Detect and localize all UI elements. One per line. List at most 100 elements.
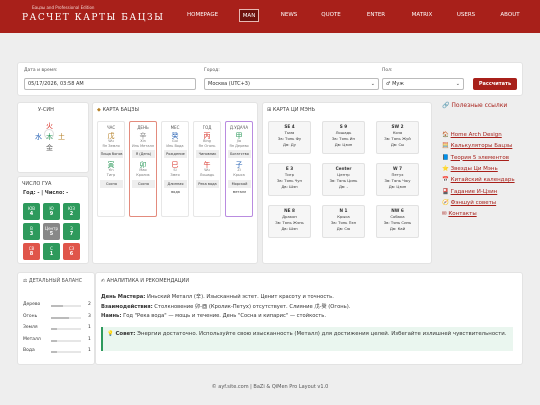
pillar-stem-transcription: Bing xyxy=(203,139,211,143)
gua-cell[interactable]: СВ 8 xyxy=(23,243,40,260)
balance-row-name: Дерево xyxy=(23,302,41,307)
compass-icon: ⊞ xyxy=(267,107,272,113)
balance-bar xyxy=(51,339,81,342)
qimen-cell-line: Дв: - xyxy=(338,184,349,189)
gua-cell[interactable]: СЗ 6 xyxy=(63,243,80,260)
gua-title: ЧИСЛО ГУА xyxy=(22,181,52,187)
qimen-cell[interactable]: N 1 Крыса Зв: Тянь Пэн Дв: Сю xyxy=(322,205,365,238)
links-panel: 🔗 Полезные ссылки 🏠 Home Arch Design 🧮 Ка… xyxy=(436,98,523,264)
house-icon: 🏠 xyxy=(442,132,451,138)
pillar-stem-desc: Инь Металл xyxy=(132,144,154,148)
balance-row-value: 1 xyxy=(88,325,91,330)
pillar-head: ГОД xyxy=(202,125,212,130)
link-label: Звезды Ци Мэнь xyxy=(450,165,498,172)
analysis-title-row: ✍ АНАЛИТИКА И РЕКОМЕНДАЦИИ xyxy=(101,278,189,284)
nav-news[interactable]: NEWS xyxy=(280,9,298,22)
pillar-stem-transcription: Jia xyxy=(236,139,242,143)
gua-year-line: Год: - | Число: - xyxy=(23,190,69,196)
pillar-branch-transcription: Wu xyxy=(204,168,210,172)
qimen-cell[interactable]: SW 2 Коза Зв: Тянь Жуй Дв: Сы xyxy=(376,121,419,154)
balance-row-value: 1 xyxy=(88,336,91,342)
gua-cell-number: 7 xyxy=(69,231,74,237)
qimen-cell[interactable]: SE 4 Тьма Зв: Тянь Фу Дв: Ду xyxy=(268,121,311,154)
pillar-branch-desc: Лошадь xyxy=(199,173,215,177)
city-select[interactable]: Москва (UTC+3) ⌄ xyxy=(204,78,379,90)
calculate-button[interactable]: Рассчитать xyxy=(473,78,517,90)
nav-quote[interactable]: QUOTE xyxy=(320,9,342,22)
nayin-text: Год "Река вода" — мощь и течение. День "… xyxy=(121,313,326,319)
link-item[interactable]: ⭐ Звезды Ци Мэнь xyxy=(442,166,498,172)
links-title: Полезные ссылки xyxy=(451,102,508,109)
gua-cell-number: 1 xyxy=(49,251,54,257)
gender-value: ♂ Муж xyxy=(386,81,404,87)
pen-icon: ✍ xyxy=(101,278,106,284)
gua-cell-number: 5 xyxy=(49,231,54,237)
nav-about[interactable]: ABOUT xyxy=(500,9,520,22)
metal-element: 金 xyxy=(46,144,53,152)
pillar-ten-god: Чиновник xyxy=(196,150,219,158)
balance-title-text: ДЕТАЛЬНЫЙ БАЛАНС xyxy=(28,279,83,284)
nav-enter[interactable]: ENTER xyxy=(366,9,386,22)
daymaster-text: Иньский Металл (辛). Изысканный эстет. Це… xyxy=(145,294,334,300)
pillar-branch-transcription: Zi xyxy=(237,168,241,172)
link-icon: 🔗 xyxy=(442,102,450,109)
pillar-ten-god: Пища богов xyxy=(100,150,123,158)
nav-matrix[interactable]: MATRIX xyxy=(410,9,434,22)
qimen-cell[interactable]: Center Центр Зв: Тянь Цинь Дв: - xyxy=(322,163,365,196)
link-item[interactable]: ✉ Контакты xyxy=(442,211,477,217)
link-item[interactable]: 🧮 Калькуляторы Бацзы xyxy=(442,143,512,149)
pillar-branch-desc: Кролик xyxy=(136,173,150,177)
site-logo[interactable]: РАСЧЕТ КАРТЫ БАЦЗЫ xyxy=(22,13,164,23)
daymaster-label: День Мастера: xyxy=(101,294,146,300)
datetime-input[interactable]: 05/17/2026, 03:58 AM xyxy=(24,78,196,90)
header-subtitle: Бацзы and Professional Edition xyxy=(32,5,95,10)
advice-box: 💡 Совет: Энергии достаточно. Используйте… xyxy=(101,327,513,351)
qimen-cell-line: Дв: Цзин xyxy=(334,142,353,147)
link-item[interactable]: 🏠 Home Arch Design xyxy=(442,132,502,138)
qimen-cell-line: Дв: Шэн xyxy=(281,226,298,231)
qimen-cell[interactable]: NE 8 Дракон Зв: Тянь Жэнь Дв: Шэн xyxy=(268,205,311,238)
balance-row-name: Земля xyxy=(23,325,38,330)
nav-users[interactable]: USERS xyxy=(456,9,476,22)
balance-bar-fill xyxy=(51,339,57,342)
pillar-head: ЧАС xyxy=(106,125,116,130)
uxing-title: У-СИН xyxy=(38,107,54,113)
balance-bar xyxy=(51,328,81,330)
link-item[interactable]: 🎴 Гадание И-Цзин xyxy=(442,189,497,195)
link-label: Калькуляторы Бацзы xyxy=(450,143,513,150)
calculator-icon: 🧮 xyxy=(442,143,451,150)
nav-man[interactable]: MAN xyxy=(239,9,259,22)
cards-icon: 🎴 xyxy=(442,188,451,195)
link-label: Контакты xyxy=(448,211,477,218)
link-label: Китайский календарь xyxy=(450,177,515,184)
nayin-label: Наинь: xyxy=(101,313,122,319)
qimen-cell[interactable]: W 7 Петух Зв: Тянь Чжу Дв: Цзин xyxy=(376,163,419,196)
balance-row-value: 2 xyxy=(88,302,91,307)
pillar-branch-desc: Змея xyxy=(170,173,180,177)
link-item[interactable]: 📅 Китайский календарь xyxy=(442,177,515,183)
link-item[interactable]: 🧭 Фэншуй советы xyxy=(442,200,496,206)
gua-cell[interactable]: ЮЗ 2 xyxy=(63,203,80,220)
gender-select[interactable]: ♂ Муж ⌄ xyxy=(382,78,464,90)
qimen-cell[interactable]: S 9 Лошадь Зв: Тянь Ин Дв: Цзин xyxy=(322,121,365,154)
datetime-label: Дата и время: xyxy=(24,68,58,73)
bazi-panel: ◆ КАРТА БАЦЗЫ ЧАС 戊 Wu Ян Земля Пища богов 寅 Y… xyxy=(92,102,258,264)
qimen-cell[interactable]: NW 6 Собака Зв: Тянь Синь Дв: Кай xyxy=(376,205,419,238)
gua-cell[interactable]: ЮВ 4 xyxy=(23,203,40,220)
nav-homepage[interactable]: HOMEPAGE xyxy=(187,9,218,22)
qimen-cell[interactable]: E 3 Тигр Зв: Тянь Чун Дв: Шэн xyxy=(268,163,311,196)
qimen-cell-line: Дв: Сю xyxy=(336,226,351,231)
gua-cell[interactable]: В3 xyxy=(23,223,40,240)
pillar-stem-transcription: Xin xyxy=(140,139,146,143)
analysis-title: АНАЛИТИКА И РЕКОМЕНДАЦИИ xyxy=(106,278,190,284)
gua-cell[interactable]: С1 xyxy=(43,243,60,260)
qimen-cell-line: Дв: Цзин xyxy=(388,184,407,189)
pillar-nayin: Река вода xyxy=(196,180,219,188)
gua-cell[interactable]: Ю9 xyxy=(43,203,60,220)
link-item[interactable]: 📘 Теория 5 элементов xyxy=(442,155,509,161)
gua-cell[interactable]: З7 xyxy=(63,223,80,240)
analysis-line-nayin: Наинь: Год "Река вода" — мощь и течение.… xyxy=(101,313,326,319)
gua-cell[interactable]: Центр 5 xyxy=(43,223,60,240)
balance-bar-fill xyxy=(51,351,57,353)
pillar-nayin: Сосна xyxy=(132,180,155,188)
